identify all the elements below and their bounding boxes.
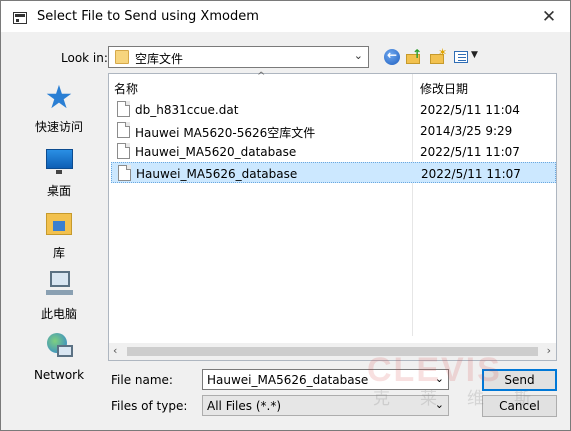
- place-label: 快速访问: [34, 120, 83, 134]
- scrollbar-thumb[interactable]: [127, 347, 538, 356]
- file-date: 2022/5/11 11:04: [420, 103, 520, 117]
- library-icon: [43, 207, 75, 239]
- file-icon: [117, 143, 130, 159]
- view-menu-button[interactable]: ▼: [453, 48, 481, 66]
- file-row-selected[interactable]: Hauwei_MA5626_database 2022/5/11 11:07: [111, 162, 556, 183]
- place-network[interactable]: Network: [17, 331, 101, 382]
- file-date: 2022/5/11 11:07: [420, 145, 520, 159]
- look-in-label: Look in:: [61, 51, 108, 65]
- up-arrow-glyph: ↑: [412, 47, 423, 61]
- send-button[interactable]: Send: [482, 369, 557, 391]
- file-name-value: Hauwei_MA5626_database: [207, 373, 369, 387]
- star-icon: ★: [44, 78, 74, 116]
- dropdown-arrow-icon: ▼: [471, 50, 478, 60]
- place-desktop[interactable]: 桌面: [17, 145, 101, 199]
- place-label: 此电脑: [40, 307, 77, 321]
- file-list-header: ^ 名称 修改日期: [109, 71, 556, 98]
- file-row[interactable]: Hauwei MA5620-5626空库文件 2014/3/25 9:29: [111, 120, 556, 141]
- scroll-left-icon[interactable]: ‹: [113, 344, 117, 357]
- chevron-down-icon: ⌄: [353, 49, 363, 62]
- back-button[interactable]: ←: [383, 48, 401, 66]
- computer-icon: [43, 268, 75, 300]
- file-name-label: File name:: [111, 373, 173, 387]
- file-icon: [117, 122, 130, 138]
- chevron-down-icon: ⌄: [434, 398, 444, 411]
- file-date: 2022/5/11 11:07: [421, 167, 521, 181]
- place-library[interactable]: 库: [17, 207, 101, 261]
- file-date: 2014/3/25 9:29: [420, 124, 513, 138]
- file-name: db_h831ccue.dat: [135, 103, 239, 117]
- file-type-select[interactable]: All Files (*.*) ⌄: [202, 395, 449, 416]
- places-bar: ★ 快速访问 桌面 库 此电脑 Network: [17, 71, 101, 394]
- file-name: Hauwei_MA5620_database: [135, 145, 297, 159]
- desktop-icon: [43, 145, 75, 177]
- file-type-label: Files of type:: [111, 399, 188, 413]
- close-button[interactable]: ✕: [534, 5, 564, 29]
- sparkle-glyph: ✶: [438, 46, 448, 59]
- dialog-window: Select File to Send using Xmodem ✕ Look …: [0, 0, 571, 431]
- file-name-input[interactable]: Hauwei_MA5626_database ⌄: [202, 369, 449, 390]
- file-icon: [118, 165, 131, 181]
- file-icon: [117, 101, 130, 117]
- app-window-icon: [13, 12, 27, 24]
- folder-icon: [115, 50, 129, 64]
- chevron-down-icon[interactable]: ⌄: [435, 372, 444, 385]
- place-this-pc[interactable]: 此电脑: [17, 268, 101, 322]
- cancel-button[interactable]: Cancel: [482, 395, 557, 417]
- column-header-date[interactable]: 修改日期: [420, 80, 468, 97]
- look-in-value: 空库文件: [135, 52, 184, 66]
- place-label: 桌面: [46, 184, 71, 198]
- file-name: Hauwei_MA5626_database: [136, 167, 298, 181]
- new-folder-button[interactable]: ✶: [429, 46, 448, 66]
- file-row[interactable]: Hauwei_MA5620_database 2022/5/11 11:07: [111, 141, 556, 162]
- network-icon: [43, 331, 75, 363]
- scroll-right-icon[interactable]: ›: [547, 344, 551, 357]
- place-label: 库: [52, 246, 65, 260]
- horizontal-scrollbar[interactable]: ‹ ›: [109, 343, 556, 360]
- window-title: Select File to Send using Xmodem: [37, 9, 259, 24]
- back-arrow-glyph: ←: [387, 48, 398, 62]
- place-quick-access[interactable]: ★ 快速访问: [17, 81, 101, 135]
- file-type-value: All Files (*.*): [207, 399, 282, 413]
- look-in-combo[interactable]: 空库文件 ⌄: [108, 46, 369, 68]
- place-label: Network: [33, 368, 85, 382]
- file-name: Hauwei MA5620-5626空库文件: [135, 126, 316, 140]
- title-bar: Select File to Send using Xmodem ✕: [1, 1, 570, 32]
- column-header-name[interactable]: 名称: [114, 80, 138, 97]
- file-row[interactable]: db_h831ccue.dat 2022/5/11 11:04: [111, 99, 556, 120]
- file-list[interactable]: ^ 名称 修改日期 db_h831ccue.dat 2022/5/11 11:0…: [108, 71, 557, 361]
- view-menu-icon: [454, 51, 468, 63]
- sort-ascending-icon: ^: [257, 71, 266, 82]
- up-folder-button[interactable]: ↑: [405, 47, 423, 66]
